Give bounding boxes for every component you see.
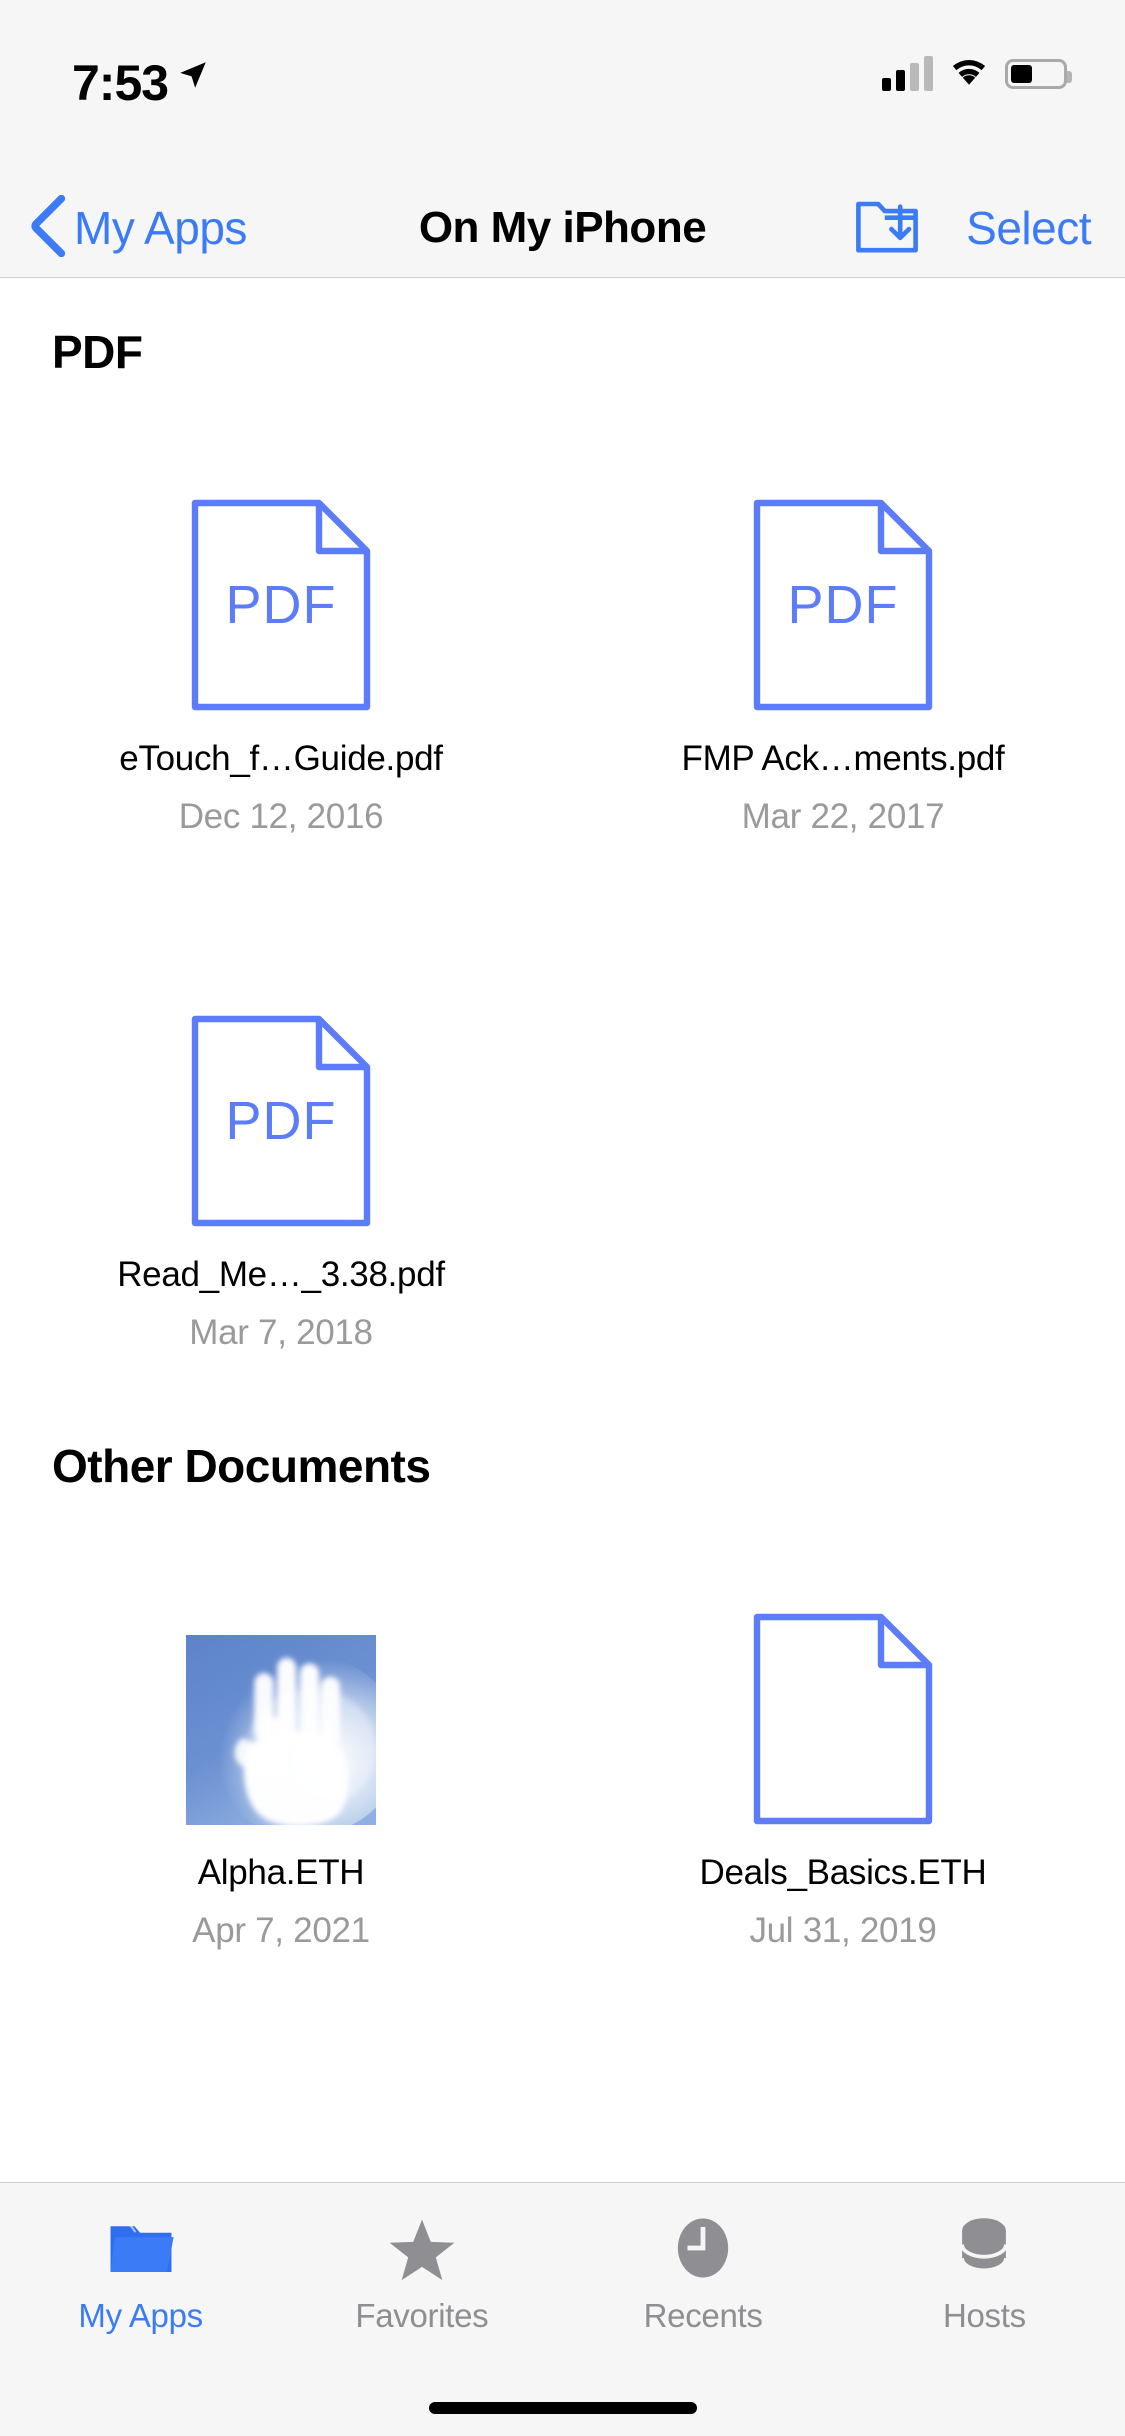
section-pdf: PDF PDF eTouch_f…Guide.pdf Dec 12, 2016 [0, 325, 1125, 1353]
pdf-document-icon: PDF [131, 927, 431, 1227]
svg-text:PDF: PDF [226, 575, 337, 635]
section-header-other-documents: Other Documents [52, 1440, 431, 1492]
tab-favorites[interactable]: Favorites [281, 2183, 562, 2365]
tab-hosts[interactable]: Hosts [844, 2183, 1125, 2365]
clock-icon [666, 2209, 740, 2287]
file-name: Read_Me…_3.38.pdf [117, 1255, 445, 1294]
file-date: Mar 22, 2017 [741, 797, 945, 836]
file-date: Dec 12, 2016 [178, 797, 384, 836]
star-icon [385, 2209, 459, 2287]
tab-label: Hosts [942, 2297, 1026, 2334]
pdf-document-icon: PDF [693, 411, 993, 711]
file-date: Jul 31, 2019 [749, 1911, 937, 1950]
tab-label: My Apps [78, 2297, 203, 2334]
file-item[interactable]: PDF Read_Me…_3.38.pdf Mar 7, 2018 [0, 927, 562, 1353]
pdf-document-icon: PDF [131, 411, 431, 711]
tab-recents[interactable]: Recents [563, 2183, 844, 2365]
cellular-signal-icon [882, 55, 933, 91]
file-name: eTouch_f…Guide.pdf [119, 739, 443, 778]
file-name: Deals_Basics.ETH [699, 1853, 987, 1892]
home-indicator[interactable] [428, 2402, 697, 2414]
file-item[interactable]: PDF FMP Ack…ments.pdf Mar 22, 2017 [562, 411, 1124, 837]
tab-my-apps[interactable]: My Apps [0, 2183, 281, 2365]
location-arrow-icon [176, 58, 210, 97]
battery-icon [1005, 58, 1072, 89]
file-grid-empty-cell [562, 927, 1124, 1353]
select-button[interactable]: Select [966, 201, 1091, 255]
folder-icon [104, 2209, 178, 2287]
section-header-pdf: PDF [52, 326, 143, 378]
file-item[interactable]: Alpha.ETH Apr 7, 2021 [0, 1525, 562, 1951]
file-browser-content[interactable]: PDF PDF eTouch_f…Guide.pdf Dec 12, 2016 [0, 279, 1125, 2182]
tab-label: Recents [643, 2297, 763, 2334]
svg-text:PDF: PDF [788, 575, 899, 635]
iphone-screen: 7:53 My Apps On My iPhone Select PDF PDF… [0, 0, 1125, 2436]
status-indicators [882, 54, 1072, 93]
image-thumbnail-hand [131, 1525, 431, 1825]
nav-right-actions: Select [854, 178, 1091, 278]
folder-import-icon[interactable] [854, 195, 920, 262]
file-grid-other-documents: Alpha.ETH Apr 7, 2021 Deals_Basics.ETH J… [0, 1525, 1125, 1951]
file-grid-pdf: PDF eTouch_f…Guide.pdf Dec 12, 2016 PDF [0, 411, 1125, 1353]
file-name: FMP Ack…ments.pdf [681, 739, 1005, 778]
svg-text:PDF: PDF [226, 1091, 337, 1151]
database-icon [947, 2209, 1021, 2287]
tab-label: Favorites [355, 2297, 489, 2334]
file-date: Mar 7, 2018 [189, 1313, 373, 1352]
file-name: Alpha.ETH [197, 1853, 365, 1892]
status-time: 7:53 [72, 55, 169, 111]
navigation-bar: My Apps On My iPhone Select [0, 178, 1125, 278]
file-date: Apr 7, 2021 [192, 1911, 370, 1950]
tab-bar: My Apps Favorites Recents Hosts [0, 2182, 1125, 2436]
section-other-documents: Other Documents Alpha.ETH Apr 7, 2021 De… [0, 1439, 1125, 1951]
blank-document-icon [693, 1525, 993, 1825]
file-item[interactable]: PDF eTouch_f…Guide.pdf Dec 12, 2016 [0, 411, 562, 837]
file-item[interactable]: Deals_Basics.ETH Jul 31, 2019 [562, 1525, 1124, 1951]
status-bar: 7:53 [0, 0, 1125, 178]
wifi-icon [947, 54, 991, 93]
